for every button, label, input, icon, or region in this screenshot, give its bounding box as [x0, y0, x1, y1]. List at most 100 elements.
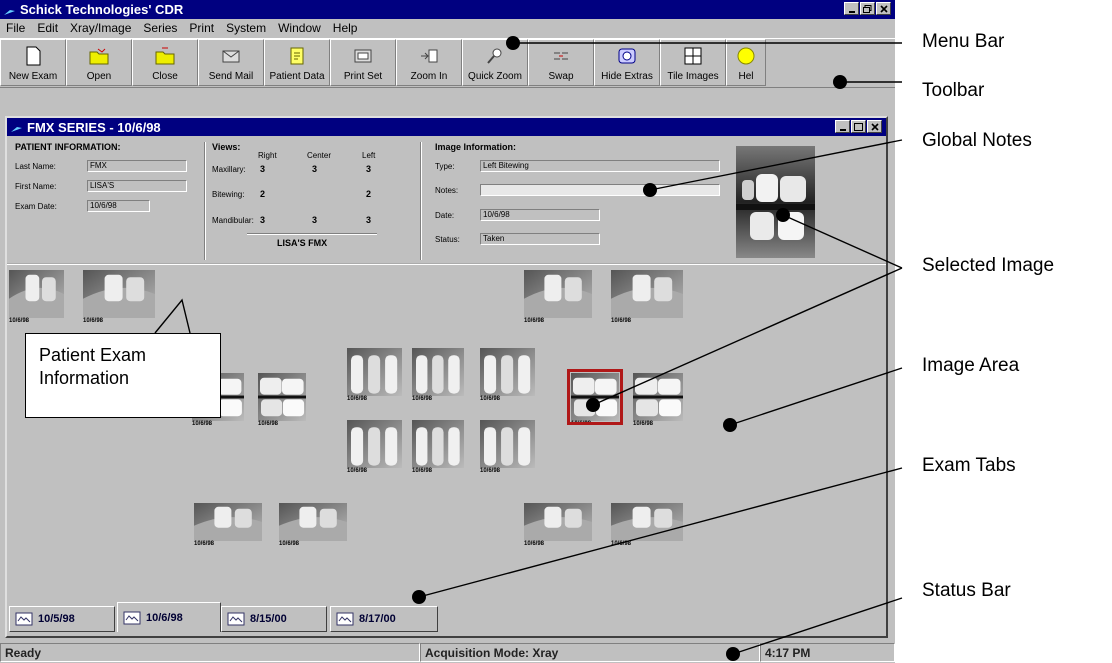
- xray-thumbnail[interactable]: 10/6/98: [480, 348, 535, 402]
- toolbar-button-label: New Exam: [8, 71, 58, 82]
- menu-print[interactable]: Print: [183, 21, 220, 35]
- maximize-icon: [854, 122, 863, 131]
- global-notes-field[interactable]: [480, 184, 720, 196]
- minimize-button[interactable]: [844, 2, 859, 15]
- exam-maximize-button[interactable]: [851, 120, 866, 133]
- toolbar-button-label: Quick Zoom: [468, 71, 522, 82]
- image-date-field[interactable]: 10/6/98: [480, 209, 600, 221]
- swap-button[interactable]: Swap: [528, 39, 594, 86]
- close-button[interactable]: Close: [132, 39, 198, 86]
- app-window: Schick Technologies' CDR File Edit Xray/Im…: [0, 0, 895, 663]
- xray-thumbnail[interactable]: 10/6/98: [258, 373, 306, 427]
- thumbnail-date: 10/6/98: [194, 541, 215, 547]
- selected-xray-thumbnail[interactable]: 10/6/98: [567, 369, 623, 427]
- xray-thumbnail[interactable]: 10/6/98: [279, 503, 347, 547]
- menu-system[interactable]: System: [220, 21, 272, 35]
- menu-series[interactable]: Series: [137, 21, 183, 35]
- patient-data-icon: [290, 47, 304, 65]
- annotation-status-bar: Status Bar: [922, 580, 1011, 601]
- xray-thumbnail[interactable]: 10/6/98: [611, 503, 683, 547]
- menu-bar: File Edit Xray/Image Series Print System Windo…: [0, 19, 895, 37]
- exam-tab[interactable]: 8/15/00: [221, 606, 327, 632]
- exam-close-button[interactable]: [867, 120, 882, 133]
- menu-file[interactable]: File: [0, 21, 31, 35]
- thumbnail-date: 10/6/98: [258, 421, 279, 427]
- send-mail-button[interactable]: Send Mail: [198, 39, 264, 86]
- last-name-field[interactable]: FMX: [87, 160, 187, 172]
- menu-help[interactable]: Help: [327, 21, 364, 35]
- toolbar-button-label: Zoom In: [410, 71, 448, 82]
- print-set-button[interactable]: Print Set: [330, 39, 396, 86]
- status-label: Status:: [435, 235, 460, 244]
- thumbnail-date: 10/6/98: [633, 421, 654, 427]
- xray-thumbnail[interactable]: 10/6/98: [633, 373, 683, 427]
- xray-thumbnail[interactable]: 10/6/98: [524, 503, 592, 547]
- thumbnail-date: 10/6/98: [83, 318, 104, 324]
- selected-image-preview[interactable]: [736, 146, 815, 258]
- tile-images-button[interactable]: Tile Images: [660, 39, 726, 86]
- views-row-label: Maxillary:: [212, 165, 246, 174]
- thumbnail-date: 10/6/98: [412, 396, 433, 402]
- exam-tab[interactable]: 10/6/98: [117, 602, 221, 632]
- maximize-button[interactable]: [860, 2, 875, 15]
- exam-minimize-button[interactable]: [835, 120, 850, 133]
- exam-date-field[interactable]: 10/6/98: [87, 200, 150, 212]
- menu-edit[interactable]: Edit: [31, 21, 64, 35]
- xray-image: [480, 420, 535, 468]
- xray-image: [279, 503, 347, 541]
- open-folder-icon: [89, 48, 109, 65]
- views-value: 3: [312, 164, 318, 174]
- thumbnail-date: 10/6/98: [480, 468, 501, 474]
- close-button[interactable]: [876, 2, 891, 15]
- annotation-exam-tabs: Exam Tabs: [922, 455, 1016, 476]
- exam-tab-label: 8/15/00: [250, 613, 287, 625]
- xray-image: [194, 503, 262, 541]
- new-exam-button[interactable]: New Exam: [0, 39, 66, 86]
- xray-thumbnail[interactable]: 10/6/98: [480, 420, 535, 474]
- xray-thumbnail[interactable]: 10/6/98: [347, 420, 402, 474]
- quick-zoom-button[interactable]: Quick Zoom: [462, 39, 528, 86]
- exam-tab-icon: [123, 611, 141, 624]
- hel-button[interactable]: Hel: [726, 39, 766, 86]
- toolbar-button-label: Hide Extras: [601, 71, 653, 82]
- xray-thumbnail[interactable]: 10/6/98: [83, 270, 155, 324]
- views-value: 3: [260, 164, 266, 174]
- xray-thumbnail[interactable]: 10/6/98: [524, 270, 592, 324]
- xray-thumbnail[interactable]: 10/6/98: [9, 270, 64, 324]
- title-bar: Schick Technologies' CDR: [0, 0, 895, 19]
- menu-window[interactable]: Window: [272, 21, 327, 35]
- xray-image: [83, 270, 155, 318]
- xray-thumbnail[interactable]: 10/6/98: [412, 348, 464, 402]
- views-value: 2: [260, 189, 266, 199]
- views-row-label: Bitewing:: [212, 190, 245, 199]
- image-type-field[interactable]: Left Bitewing: [480, 160, 720, 172]
- annotation-toolbar: Toolbar: [922, 80, 985, 101]
- exam-tab[interactable]: 10/5/98: [9, 606, 115, 632]
- app-logo-icon: [4, 4, 16, 15]
- hide-extras-button[interactable]: Hide Extras: [594, 39, 660, 86]
- xray-thumbnail[interactable]: 10/6/98: [412, 420, 464, 474]
- tile-images-icon: [684, 47, 702, 65]
- patient-data-button[interactable]: Patient Data: [264, 39, 330, 86]
- views-heading: Views:: [212, 142, 241, 152]
- annotation-menu-bar: Menu Bar: [922, 31, 1005, 52]
- xray-preview-image: [736, 146, 815, 258]
- quick-zoom-icon: [487, 48, 502, 64]
- exam-tab-icon: [227, 612, 245, 626]
- first-name-field[interactable]: LISA'S: [87, 180, 187, 192]
- status-text: Ready: [0, 643, 420, 662]
- views-value: 3: [260, 215, 266, 225]
- open-button[interactable]: Open: [66, 39, 132, 86]
- zoom-in-button[interactable]: Zoom In: [396, 39, 462, 86]
- exam-tab[interactable]: 8/17/00: [330, 606, 438, 632]
- xray-thumbnail[interactable]: 10/6/98: [347, 348, 402, 402]
- xray-thumbnail[interactable]: 10/6/98: [194, 503, 262, 547]
- views-value: 3: [366, 164, 372, 174]
- toolbar-button-label: Tile Images: [667, 71, 719, 82]
- thumbnail-date: 10/6/98: [480, 396, 501, 402]
- xray-thumbnail[interactable]: 10/6/98: [611, 270, 683, 324]
- menu-xray-image[interactable]: Xray/Image: [64, 21, 137, 35]
- zoom-in-icon: [421, 49, 438, 63]
- xray-image: [412, 420, 464, 468]
- image-status-field[interactable]: Taken: [480, 233, 600, 245]
